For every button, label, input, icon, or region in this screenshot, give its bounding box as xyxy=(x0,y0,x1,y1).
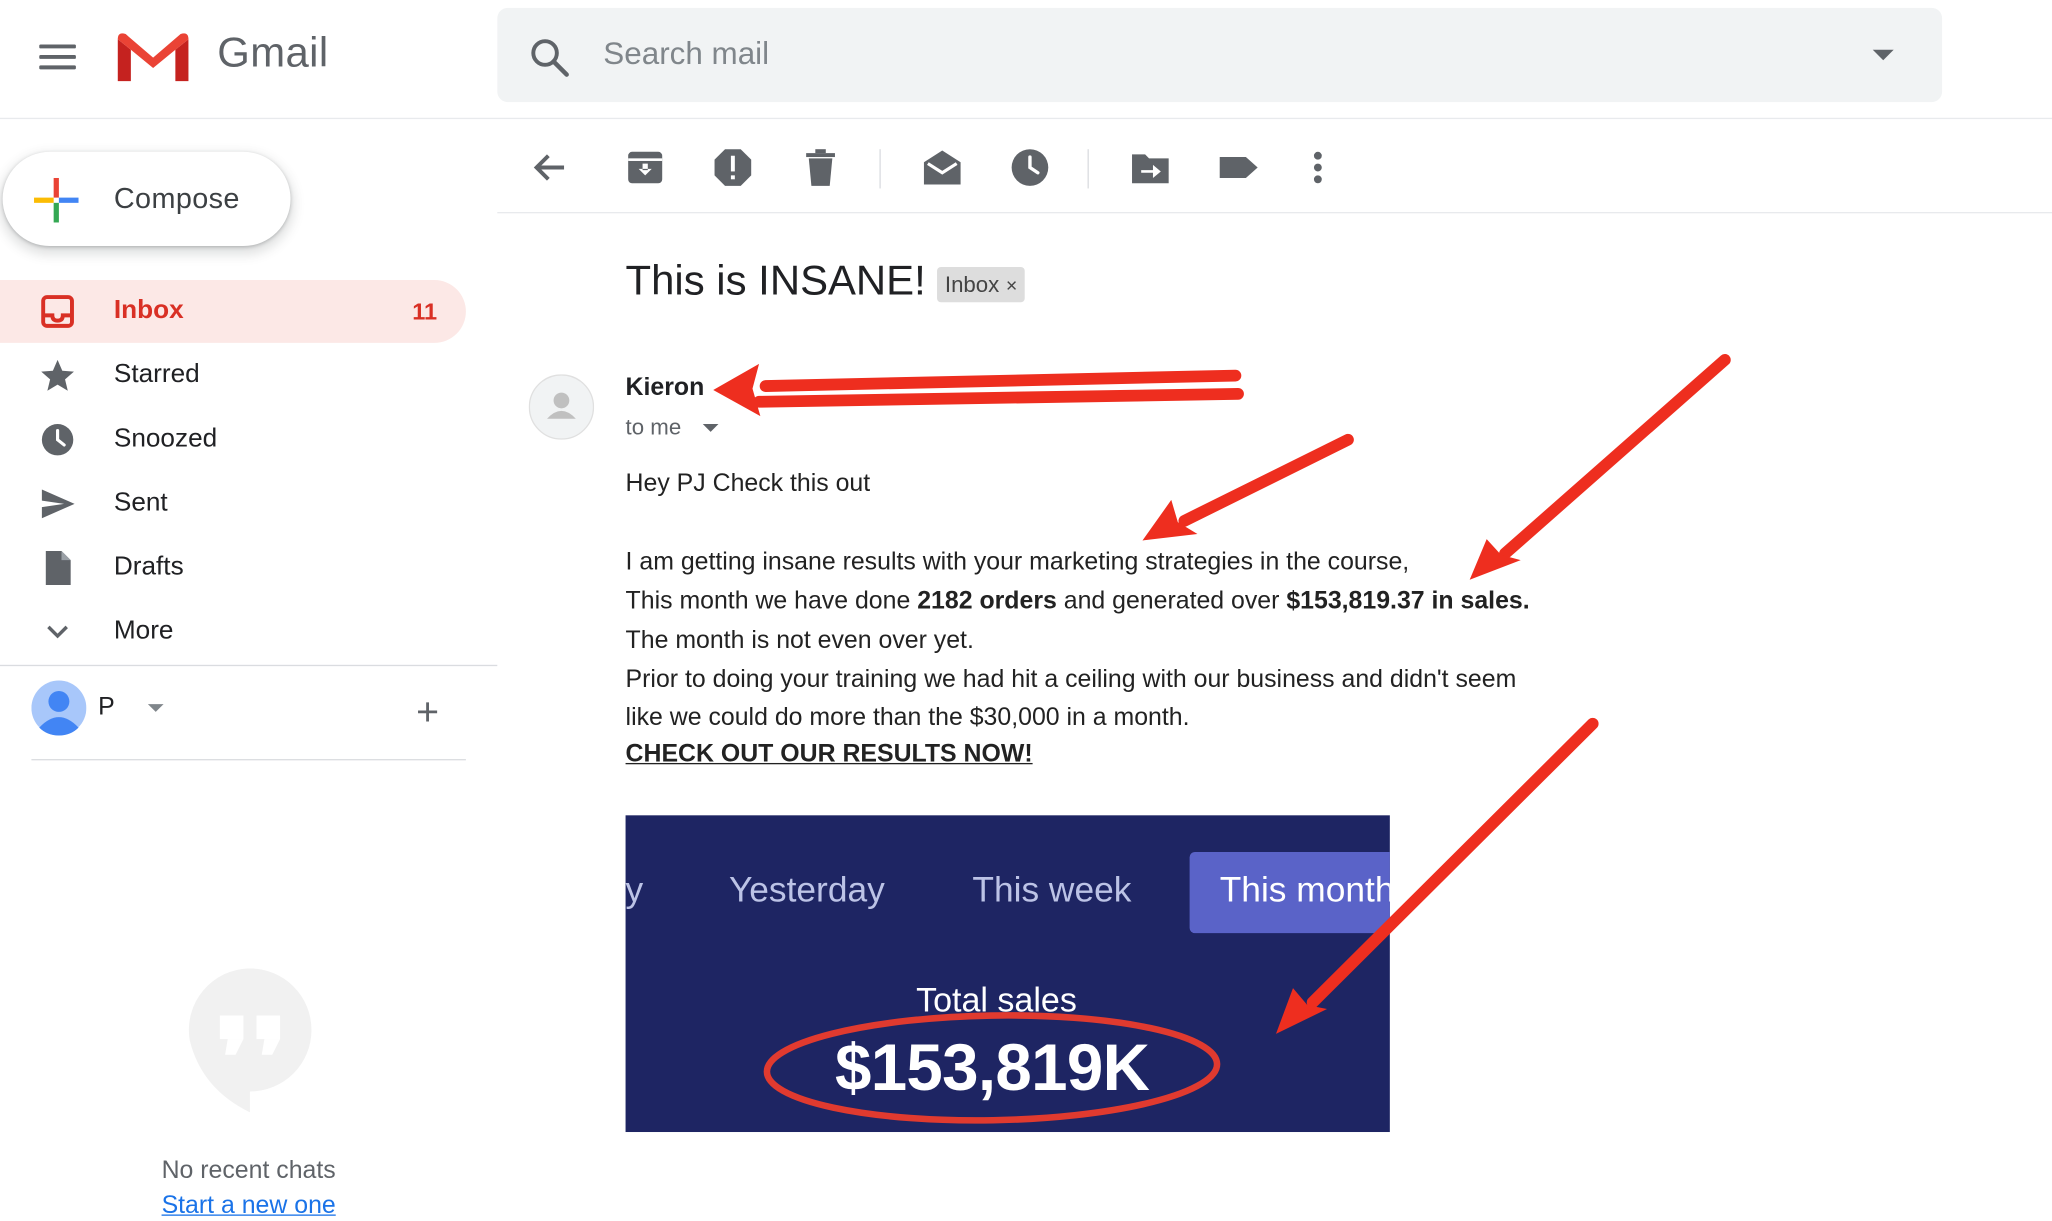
body-line: The month is not even over yet. xyxy=(625,626,974,655)
header-divider xyxy=(0,117,2052,120)
dashboard-tab: Yesterday xyxy=(728,870,885,910)
sender-name[interactable]: Kieron xyxy=(626,374,705,403)
toolbar-divider xyxy=(879,149,881,189)
body-line: This month we have done 2182 orders and … xyxy=(626,588,1530,617)
star-icon xyxy=(41,359,74,391)
add-chat-icon[interactable]: + xyxy=(416,693,439,733)
main-menu-icon[interactable] xyxy=(39,44,76,70)
sidebar-item-sent[interactable]: Sent xyxy=(0,472,466,535)
label-chip-text: Inbox xyxy=(944,272,1000,298)
hangouts-quote-icon xyxy=(188,968,312,1113)
delete-icon[interactable] xyxy=(797,144,844,191)
inbox-unread-count: 11 xyxy=(412,298,438,325)
sidebar-item-label: Inbox xyxy=(113,295,184,325)
cta-link[interactable]: CHECK OUT OUR RESULTS NOW! xyxy=(626,741,1033,770)
dashboard-tab: y xyxy=(625,870,644,910)
label-icon[interactable] xyxy=(1214,144,1261,191)
toolbar-divider xyxy=(1087,149,1089,189)
orders-count: 2182 orders xyxy=(917,587,1057,616)
mark-unread-icon[interactable] xyxy=(919,144,966,191)
send-icon xyxy=(41,489,75,519)
hangouts-user-name: P xyxy=(98,693,115,722)
sidebar-item-label: More xyxy=(113,616,174,646)
body-line: Prior to doing your training we had hit … xyxy=(625,666,1517,694)
sidebar-item-label: Snoozed xyxy=(113,424,218,453)
report-spam-icon[interactable] xyxy=(709,144,756,191)
recipient-label: to me xyxy=(625,414,682,440)
sidebar-item-snoozed[interactable]: Snoozed xyxy=(0,408,466,471)
more-vert-icon[interactable] xyxy=(1294,144,1341,191)
sidebar-item-label: Starred xyxy=(113,359,200,389)
hangouts-status-caret-icon[interactable] xyxy=(147,704,164,712)
move-to-icon[interactable] xyxy=(1127,144,1174,191)
show-details-caret-icon[interactable] xyxy=(702,424,719,432)
sidebar-divider xyxy=(31,759,466,761)
compose-plus-icon xyxy=(34,177,79,223)
avatar[interactable] xyxy=(31,680,87,736)
no-recent-chats-text: No recent chats xyxy=(161,1156,336,1185)
sidebar-item-drafts[interactable]: Drafts xyxy=(0,537,466,600)
body-text: This month we have done xyxy=(625,587,918,616)
sales-amount: $153,819.37 in sales. xyxy=(1286,587,1530,616)
inbox-icon xyxy=(41,295,74,328)
label-chip-inbox[interactable]: Inbox × xyxy=(937,266,1026,303)
start-new-chat-link[interactable]: Start a new one xyxy=(0,1192,497,1221)
chevron-down-icon xyxy=(47,625,68,639)
dashboard-tab-active: This month xyxy=(1219,870,1390,910)
gmail-wordmark: Gmail xyxy=(217,28,329,76)
snooze-icon[interactable] xyxy=(1006,144,1053,191)
clock-icon xyxy=(41,424,74,456)
total-sales-value: $153,819K xyxy=(834,1031,1150,1105)
dashboard-tab: This week xyxy=(972,870,1132,910)
compose-label: Compose xyxy=(113,181,240,215)
body-line: I am getting insane results with your ma… xyxy=(625,548,1410,576)
search-icon[interactable] xyxy=(529,37,571,79)
body-line: like we could do more than the $30,000 i… xyxy=(625,704,1190,732)
draft-icon xyxy=(45,550,71,585)
body-text: and generated over xyxy=(1056,587,1287,616)
search-options-caret-icon[interactable] xyxy=(1872,49,1894,61)
sidebar-item-label: Drafts xyxy=(113,552,184,582)
sender-avatar[interactable] xyxy=(528,374,595,440)
sidebar-item-starred[interactable]: Starred xyxy=(0,344,466,407)
sidebar-item-label: Sent xyxy=(113,488,168,517)
sidebar-item-inbox[interactable]: Inbox xyxy=(0,280,466,343)
sidebar-item-more[interactable]: More xyxy=(0,601,466,664)
back-arrow-icon[interactable] xyxy=(527,144,574,191)
total-sales-label: Total sales xyxy=(916,980,1077,1020)
embedded-dashboard-image[interactable]: y Yesterday This week This month Total s… xyxy=(625,815,1390,1133)
search-input[interactable] xyxy=(603,31,1782,79)
sidebar-divider xyxy=(0,664,498,667)
remove-label-icon[interactable]: × xyxy=(1006,275,1017,297)
toolbar-bottom-divider xyxy=(497,212,2052,214)
archive-icon[interactable] xyxy=(622,144,669,191)
gmail-logo[interactable] xyxy=(115,29,191,84)
body-greeting: Hey PJ Check this out xyxy=(625,469,871,498)
email-subject: This is INSANE! xyxy=(625,256,926,304)
